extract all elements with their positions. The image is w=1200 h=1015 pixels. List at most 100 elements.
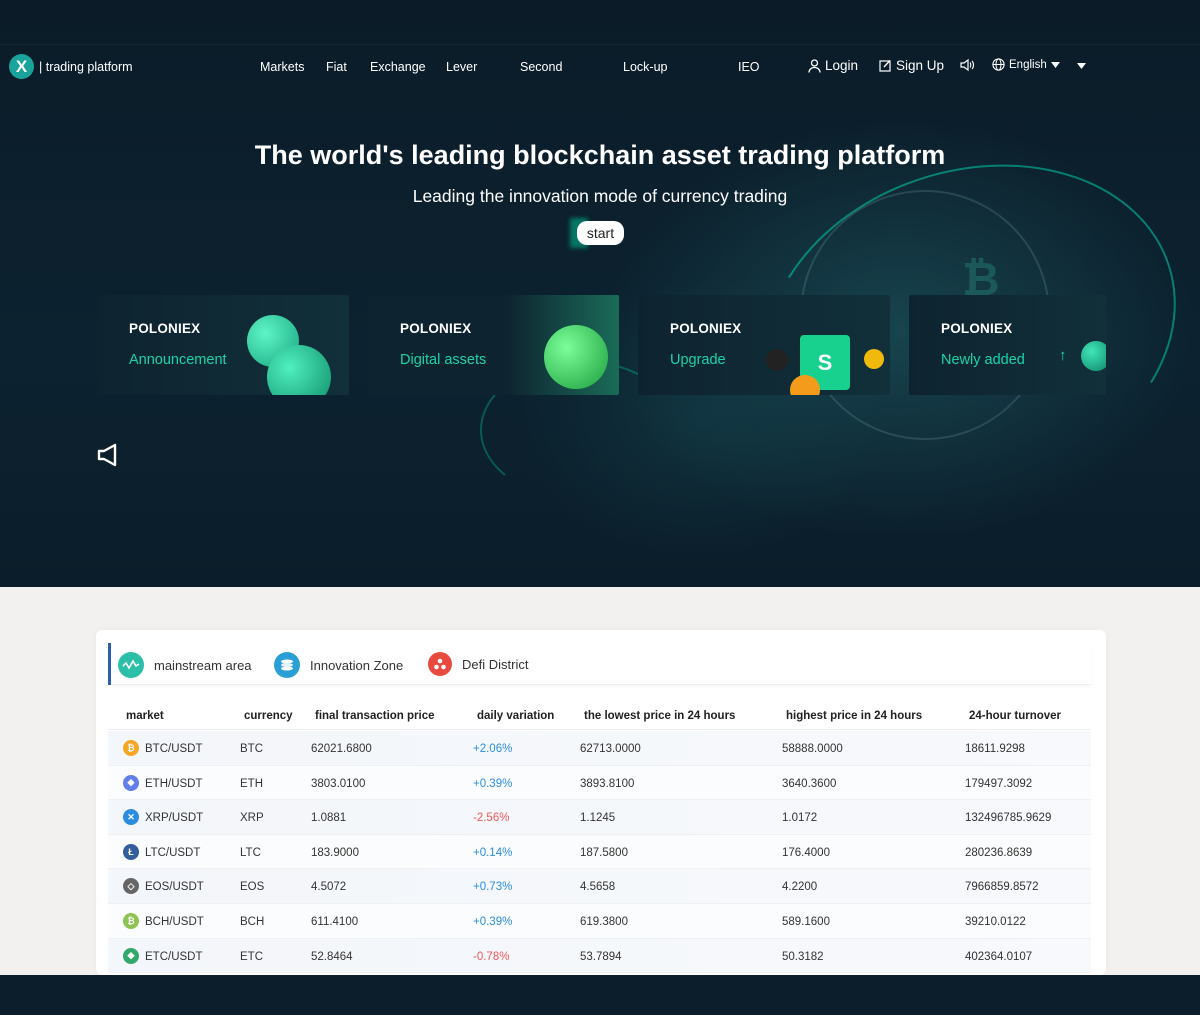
logo-text: | trading platform [39,59,133,74]
cell-turnover: 402364.0107 [965,950,1033,963]
table-row[interactable]: ₿ BTC/USDT BTC 62021.6800 +2.06% 62713.0000 58… [108,731,1091,766]
promo-card-announcement[interactable]: POLONIEX Announcement [97,295,349,395]
cell-currency: LTC [240,846,261,859]
language-select[interactable]: English [992,58,1065,71]
cell-price: 4.5072 [311,881,347,894]
globe-icon [992,58,1005,71]
col-turnover-24h[interactable]: 24-hour turnover [969,710,1061,722]
start-button[interactable]: start [577,221,624,245]
cell-change: -0.78% [473,950,510,963]
cell-turnover: 39210.0122 [965,915,1026,928]
header-divider [0,44,1200,45]
col-market[interactable]: market [126,710,164,722]
bnb-coin-icon [864,349,884,369]
cell-currency: XRP [240,812,264,825]
table-row[interactable]: ◇ EOS/USDT EOS 4.5072 +0.73% 4.5658 4.2200 7966… [108,869,1091,904]
sound-toggle[interactable] [959,58,979,72]
col-daily-variation[interactable]: daily variation [477,710,554,722]
card-brand: POLONIEX [129,321,201,336]
cell-price: 183.9000 [311,846,359,859]
defi-icon [428,652,452,676]
ltc-icon: Ł [123,843,139,860]
login-button[interactable]: Login [808,58,858,73]
cell-market: EOS/USDT [145,881,204,894]
card-brand: POLONIEX [941,321,1013,336]
col-final-price[interactable]: final transaction price [315,710,435,722]
promo-card-upgrade[interactable]: POLONIEX Upgrade S [638,295,890,395]
cell-low: 619.3800 [580,915,628,928]
cell-turnover: 7966859.8572 [965,881,1039,894]
cell-low: 187.5800 [580,846,628,859]
cell-low: 3893.8100 [580,777,635,790]
eth-icon: ◆ [123,774,139,791]
arrow-up-icon: ↑ [1059,347,1067,364]
cell-market: BTC/USDT [145,743,203,755]
btc-icon: ₿ [123,740,139,756]
promo-card-digital-assets[interactable]: POLONIEX Digital assets [368,295,619,395]
table-row[interactable]: ₿ BCH/USDT BCH 611.4100 +0.39% 619.3800 589.16… [108,903,1091,939]
nav-lock-up[interactable]: Lock-up [623,60,667,74]
megaphone-icon[interactable] [96,443,122,467]
active-tab-indicator [108,643,111,685]
tab-mainstream-area[interactable]: mainstream area [118,652,252,678]
cell-currency: ETC [240,950,263,963]
hero-banner: ₿ X | trading platform Markets Fiat Exch… [0,0,1200,587]
card-label: Digital assets [400,352,487,368]
col-highest-24h[interactable]: highest price in 24 hours [786,710,922,722]
tab-innovation-zone[interactable]: Innovation Zone [274,652,403,678]
cell-turnover: 280236.8639 [965,846,1033,859]
tab-defi-district[interactable]: Defi District [428,652,528,676]
nav-lever[interactable]: Lever [446,60,477,74]
bch-icon: ₿ [123,912,139,929]
cell-currency: BTC [240,743,263,755]
cell-low: 62713.0000 [580,743,641,755]
cell-price: 3803.0100 [311,777,366,790]
cell-high: 1.0172 [782,812,818,825]
signup-label: Sign Up [896,58,945,73]
table-row[interactable]: ◆ ETH/USDT ETH 3803.0100 +0.39% 3893.8100 3640… [108,765,1091,801]
cell-market: XRP/USDT [145,812,204,825]
user-icon [808,58,821,73]
cell-high: 58888.0000 [782,743,843,755]
nav-markets[interactable]: Markets [260,60,304,74]
market-tabs: mainstream area Innovation Zone Defi Dis… [108,643,1091,685]
cell-price: 1.0881 [311,812,347,825]
eos-icon: ◇ [123,878,139,895]
more-dropdown[interactable] [1076,62,1091,70]
table-row[interactable]: ◆ ETC/USDT ETC 52.8464 -0.78% 53.7894 50.3182 4… [108,938,1091,974]
cell-price: 611.4100 [311,915,359,928]
footer-strip [0,975,1200,1015]
coin-icon [1081,341,1106,371]
cell-market: BCH/USDT [145,915,204,928]
cell-currency: BCH [240,915,265,928]
table-row[interactable]: Ł LTC/USDT LTC 183.9000 +0.14% 187.5800 176.40… [108,834,1091,870]
mainstream-icon [118,652,144,678]
nav-second[interactable]: Second [520,60,562,74]
col-lowest-24h[interactable]: the lowest price in 24 hours [584,710,735,722]
table-row[interactable]: ✕ XRP/USDT XRP 1.0881 -2.56% 1.1245 1.0172 1324… [108,800,1091,835]
signup-button[interactable]: Sign Up [879,58,944,73]
nav-exchange[interactable]: Exchange [370,60,426,74]
xrp-icon: ✕ [123,809,139,826]
cell-high: 50.3182 [782,950,824,963]
card-label: Upgrade [670,352,726,368]
etc-icon: ◆ [123,947,139,964]
nav-ieo[interactable]: IEO [738,60,760,74]
promo-card-newly-added[interactable]: POLONIEX Newly added ↑ [909,295,1106,395]
card-label: Announcement [129,352,227,368]
coin-icon [544,325,608,389]
cell-currency: ETH [240,777,263,790]
logo[interactable]: X | trading platform [9,54,133,79]
cell-market: ETH/USDT [145,777,203,790]
cell-turnover: 132496785.9629 [965,812,1052,825]
market-table-body: ₿ BTC/USDT BTC 62021.6800 +2.06% 62713.0000 58… [108,731,1091,974]
cell-change: +0.14% [473,846,513,859]
tab-label: Defi District [462,656,529,672]
nav-fiat[interactable]: Fiat [326,60,347,74]
col-currency[interactable]: currency [244,710,293,722]
cell-low: 1.1245 [580,812,616,825]
table-header: market currency final transaction price … [108,698,1091,730]
cell-high: 4.2200 [782,881,818,894]
cell-change: +0.73% [473,881,513,894]
logo-mark-icon: X [9,54,34,79]
